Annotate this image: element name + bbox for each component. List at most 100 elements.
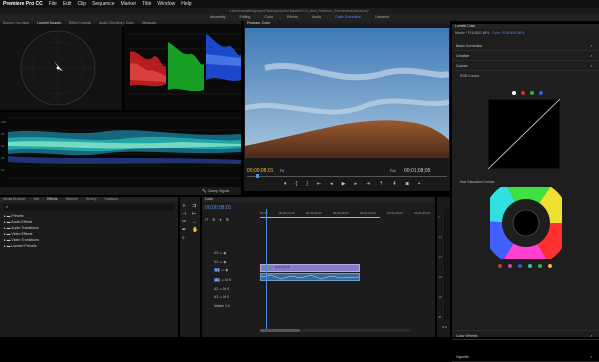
timeline-timecode[interactable]: 00;00;08;01 (205, 205, 231, 211)
workspace-libraries[interactable]: Libraries (375, 14, 389, 21)
menu-window[interactable]: Window (157, 1, 175, 7)
section-vignette[interactable]: Vignette ✓ (452, 352, 599, 362)
program-scrubber[interactable] (247, 176, 447, 177)
lift-icon[interactable]: ⇡ (379, 181, 383, 187)
creative-checkbox[interactable]: ✓ (590, 51, 593, 61)
tab-markers[interactable]: Markers (66, 197, 78, 202)
blue-channel-dot[interactable] (539, 91, 543, 95)
pen-tool-icon[interactable]: ✒ (182, 227, 190, 233)
timeline-playhead[interactable] (266, 209, 267, 329)
audio-clip-a1[interactable] (260, 273, 360, 281)
white-channel-dot[interactable] (512, 91, 516, 95)
razor-tool-icon[interactable]: ✂ (182, 219, 190, 225)
color-wheels-label: Color Wheels (456, 334, 478, 338)
play-icon[interactable]: ▶ (342, 181, 346, 187)
track-v2[interactable]: V2 ▭ ◉ (214, 258, 228, 267)
section-basic-correction[interactable]: Basic Correction ✓ (452, 41, 599, 51)
track-v1[interactable]: V1 ▭ ◉ (214, 266, 228, 275)
active-clip-label[interactable]: Color * P1110001.MP4 (492, 31, 524, 35)
section-curves-label: Curves (456, 64, 468, 68)
workspace-editing[interactable]: Editing (239, 14, 250, 21)
section-curves[interactable]: Curves ✓ (452, 61, 599, 71)
clamp-signal-toggle[interactable]: Clamp Signal (208, 189, 229, 193)
ripple-edit-tool-icon[interactable]: ⊣ (182, 211, 190, 217)
hand-tool-icon[interactable]: ✋ (192, 227, 200, 233)
menu-edit[interactable]: Edit (63, 1, 72, 7)
menu-title[interactable]: Title (142, 1, 151, 7)
selection-tool-icon[interactable]: ➤ (182, 203, 190, 209)
step-forward-icon[interactable]: ▸ (354, 181, 357, 187)
tab-info[interactable]: Info (34, 197, 40, 202)
section-creative[interactable]: Creative ✓ (452, 51, 599, 61)
master-clip-label[interactable]: Master * P1110001.MP4 (455, 31, 489, 35)
hue-yellow-dot[interactable] (548, 264, 552, 268)
wrench-icon[interactable]: 🔧 (202, 189, 206, 193)
hue-blue-dot[interactable] (518, 264, 522, 268)
solo-buttons[interactable]: S S (442, 325, 447, 329)
section-basic-correction-label: Basic Correction (456, 44, 483, 48)
hue-red-dot[interactable] (498, 264, 502, 268)
effects-search-field[interactable]: ⌕ (4, 204, 174, 211)
app-name[interactable]: Premiere Pro CC (3, 1, 43, 7)
track-select-tool-icon[interactable]: ⇉ (192, 203, 200, 209)
go-to-out-icon[interactable]: ⇥ (366, 181, 370, 187)
linked-selection-icon[interactable]: ⊕ (212, 217, 215, 222)
track-a1[interactable]: A1 ▭ M S (214, 276, 231, 285)
export-frame-icon[interactable]: ◙ (406, 181, 409, 187)
go-to-in-icon[interactable]: ⇤ (317, 181, 321, 187)
menu-file[interactable]: File (49, 1, 57, 7)
step-back-icon[interactable]: ◂ (330, 181, 333, 187)
workspace-audio[interactable]: Audio (312, 14, 321, 21)
red-channel-dot[interactable] (521, 91, 525, 95)
snap-icon[interactable]: ⊓ (205, 217, 208, 222)
basic-correction-checkbox[interactable]: ✓ (590, 41, 593, 51)
rolling-edit-tool-icon[interactable]: ⊢ (192, 211, 200, 217)
timeline-settings-icon[interactable]: ⚙ (226, 217, 230, 222)
timeline-ruler[interactable]: 00;00 00;00;16;00 00;00;32;00 00;00;48;0… (260, 211, 430, 215)
menu-marker[interactable]: Marker (121, 1, 137, 7)
add-marker-icon[interactable]: ▾ (284, 181, 287, 187)
color-wheels-checkbox[interactable]: ✓ (590, 331, 593, 341)
program-timecode[interactable]: 00;00;08;01 (247, 168, 273, 174)
zoom-tool-icon[interactable]: ⌕ (182, 235, 190, 241)
mark-in-icon[interactable]: { (296, 181, 298, 187)
workspace-color-correction[interactable]: Color Correction (335, 14, 361, 21)
section-color-wheels[interactable]: Color Wheels ✓ (452, 330, 599, 340)
slip-tool-icon[interactable]: ↔ (192, 219, 200, 225)
quality-dropdown[interactable]: Full (390, 169, 396, 173)
vignette-checkbox[interactable]: ✓ (590, 352, 593, 362)
extract-icon[interactable]: ⇞ (392, 181, 396, 187)
menu-help[interactable]: Help (181, 1, 191, 7)
track-a3[interactable]: A3 ▭ M S (214, 293, 231, 302)
timeline-scroll-thumb[interactable] (260, 329, 300, 332)
workspace-assembly[interactable]: Assembly (210, 14, 226, 21)
track-a2[interactable]: A2 ▭ M S (214, 285, 231, 294)
add-button[interactable]: + (418, 181, 421, 187)
tab-captions[interactable]: Captions (104, 197, 117, 202)
track-v3[interactable]: V3 ▭ ◉ (214, 249, 228, 258)
tab-history[interactable]: History (86, 197, 97, 202)
track-master[interactable]: Master 0.0 (214, 302, 231, 311)
hue-magenta-dot[interactable] (508, 264, 512, 268)
menu-clip[interactable]: Clip (77, 1, 86, 7)
hue-green-dot[interactable] (538, 264, 542, 268)
hue-cyan-dot[interactable] (528, 264, 532, 268)
hue-saturation-wheel[interactable] (490, 187, 562, 259)
workspace-effects[interactable]: Effects (287, 14, 298, 21)
curves-checkbox[interactable]: ✓ (590, 61, 593, 71)
fit-dropdown[interactable]: Fit (280, 169, 284, 173)
green-channel-dot[interactable] (530, 91, 534, 95)
tab-media-browser[interactable]: Media Browser (3, 197, 26, 202)
workspace-color[interactable]: Color (264, 14, 273, 21)
work-area-bar[interactable] (260, 217, 380, 218)
timeline-scrollbar[interactable] (260, 329, 410, 332)
tree-item-lumetri-presets[interactable]: ▸ ▬ Lumetri Presets (4, 243, 178, 249)
video-clip-v1[interactable]: fx fx fx fx fx (260, 264, 360, 272)
menu-sequence[interactable]: Sequence (92, 1, 115, 7)
add-marker-timeline-icon[interactable]: ▾ (219, 217, 221, 222)
tab-effects[interactable]: Effects (47, 197, 57, 202)
mark-out-icon[interactable]: } (306, 181, 308, 187)
program-playhead[interactable] (256, 174, 259, 178)
tab-timeline-color[interactable]: Color (205, 197, 213, 202)
rgb-curve-graph[interactable] (488, 99, 560, 169)
